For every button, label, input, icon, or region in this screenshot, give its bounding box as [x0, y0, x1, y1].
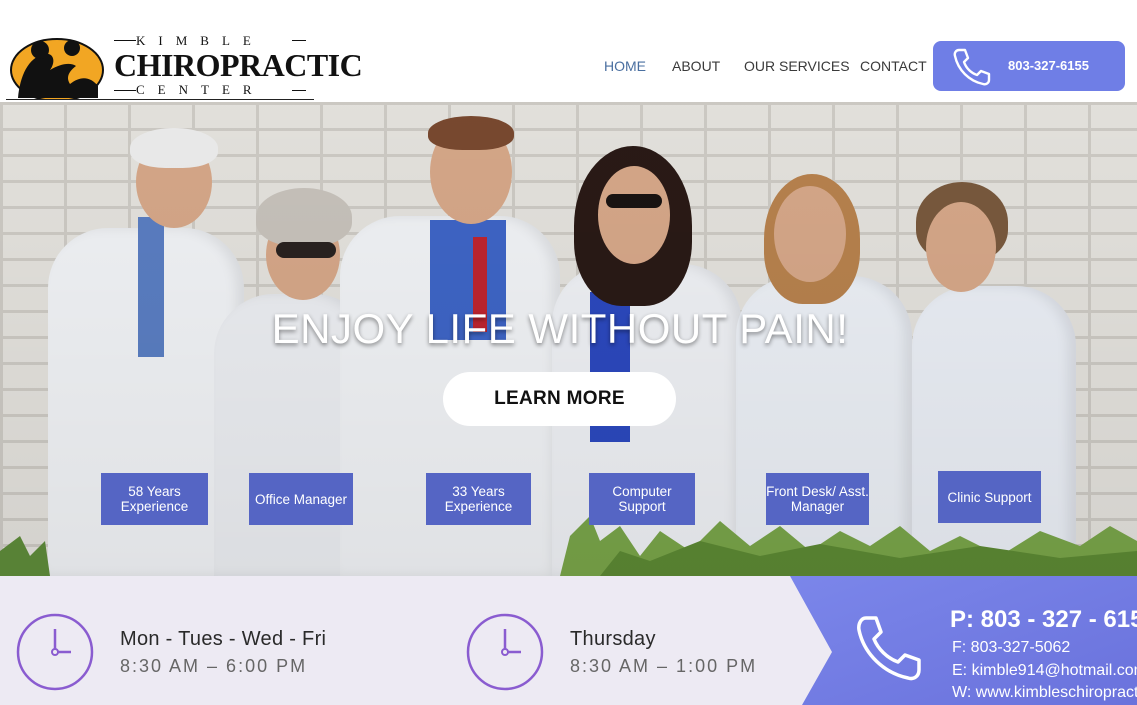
hero-title: ENJOY LIFE WITHOUT PAIN! [271, 305, 849, 352]
staff-label: Clinic Support [938, 471, 1041, 523]
nav-about[interactable]: ABOUT [672, 58, 720, 74]
staff-label: Front Desk/ Asst. Manager [766, 473, 869, 525]
hours-time: 8:30 AM – 6:00 PM [120, 656, 308, 676]
phone-icon [857, 616, 921, 681]
hours-days: Mon - Tues - Wed - Fri [120, 628, 327, 650]
call-button[interactable]: 803-327-6155 [933, 41, 1125, 91]
logo-emblem [10, 38, 104, 100]
logo-main-text: CHIROPRACTIC [114, 47, 363, 83]
hero-banner: ENJOY LIFE WITHOUT PAIN! LEARN MORE 58 Y… [0, 102, 1137, 576]
clock-icon [16, 613, 94, 691]
nav-home[interactable]: HOME [604, 58, 646, 74]
staff-label: 33 Years Experience [426, 473, 531, 525]
staff-label: 58 Years Experience [101, 473, 208, 525]
contact-website[interactable]: W: www.kimbleschiropractic.com [952, 684, 1137, 702]
staff-label: Office Manager [249, 473, 353, 525]
logo-bottom-text: CENTER [136, 82, 265, 97]
contact-panel: P: 803 - 327 - 6155 F: 803-327-5062 E: k… [790, 576, 1137, 705]
staff-label: Computer Support [589, 473, 695, 525]
logo[interactable]: KIMBLE CHIROPRACTIC CENTER [6, 33, 363, 101]
hours-time: 8:30 AM – 1:00 PM [570, 656, 758, 676]
site-header: KIMBLE CHIROPRACTIC CENTER HOME ABOUT OU… [0, 0, 1137, 102]
nav-our-services[interactable]: OUR SERVICES [744, 58, 850, 74]
contact-phone[interactable]: P: 803 - 327 - 6155 [950, 606, 1137, 634]
contact-email[interactable]: E: kimble914@hotmail.com [952, 662, 1137, 680]
call-button-label: 803-327-6155 [1008, 58, 1089, 73]
nav-contact[interactable]: CONTACT [860, 58, 927, 74]
hours-days: Thursday [570, 628, 656, 650]
clock-icon [466, 613, 544, 691]
logo-underline [6, 99, 314, 100]
contact-fax: F: 803-327-5062 [952, 639, 1071, 656]
learn-more-button[interactable]: LEARN MORE [443, 372, 676, 426]
phone-icon [953, 48, 991, 86]
logo-top-text: KIMBLE [136, 33, 264, 48]
